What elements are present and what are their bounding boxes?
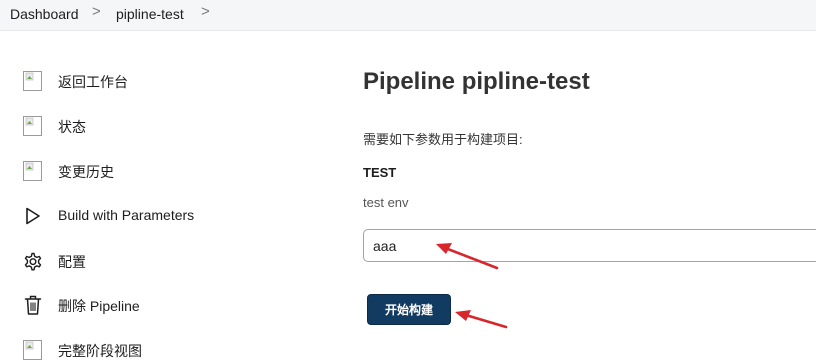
parameter-description: test env (363, 195, 409, 210)
sidebar-item-label: 变更历史 (58, 164, 114, 180)
broken-image-icon (23, 161, 42, 181)
breadcrumb: Dashboard > pipline-test > (0, 0, 816, 31)
play-icon (26, 207, 40, 225)
parameters-intro-text: 需要如下参数用于构建项目: (363, 132, 523, 147)
broken-image-icon (23, 340, 42, 360)
breadcrumb-separator: > (92, 3, 101, 20)
breadcrumb-dashboard-link[interactable]: Dashboard (10, 6, 79, 22)
sidebar-item-label: 状态 (58, 119, 86, 135)
start-build-button[interactable]: 开始构建 (367, 294, 451, 325)
broken-image-icon (23, 71, 42, 91)
gear-icon (24, 252, 42, 271)
breadcrumb-separator[interactable]: > (201, 3, 210, 20)
sidebar-item-label: Build with Parameters (58, 207, 195, 223)
broken-image-icon (23, 116, 42, 136)
annotation-arrow-to-build-button (455, 310, 508, 329)
sidebar-item-label: 返回工作台 (58, 74, 128, 90)
sidebar-item-label: 删除 Pipeline (58, 298, 140, 314)
parameter-name: TEST (363, 165, 397, 180)
trash-icon (24, 295, 42, 315)
page-title: Pipeline pipline-test (363, 68, 590, 95)
test-parameter-input[interactable] (363, 229, 816, 262)
sidebar-item-label: 完整阶段视图 (58, 343, 142, 359)
sidebar-item-label: 配置 (58, 254, 86, 270)
breadcrumb-job-link[interactable]: pipline-test (116, 6, 184, 22)
